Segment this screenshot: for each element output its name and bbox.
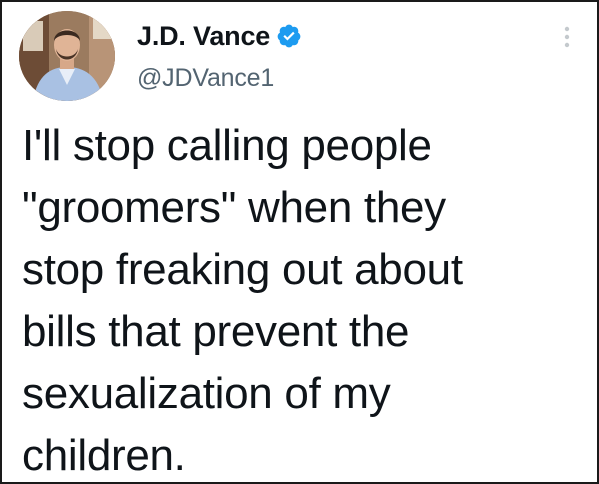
tweet-card: J.D. Vance @JDVance1 I'll stop calling p… — [0, 0, 599, 484]
more-options-icon[interactable] — [559, 23, 575, 51]
author-display-name[interactable]: J.D. Vance — [137, 21, 270, 52]
verified-badge-icon — [276, 23, 302, 49]
author-name-row: J.D. Vance — [137, 16, 302, 56]
avatar[interactable] — [19, 11, 115, 101]
tweet-text: I'll stop calling people "groomers" when… — [22, 121, 463, 480]
profile-photo — [19, 11, 115, 101]
author-handle[interactable]: @JDVance1 — [137, 64, 274, 93]
